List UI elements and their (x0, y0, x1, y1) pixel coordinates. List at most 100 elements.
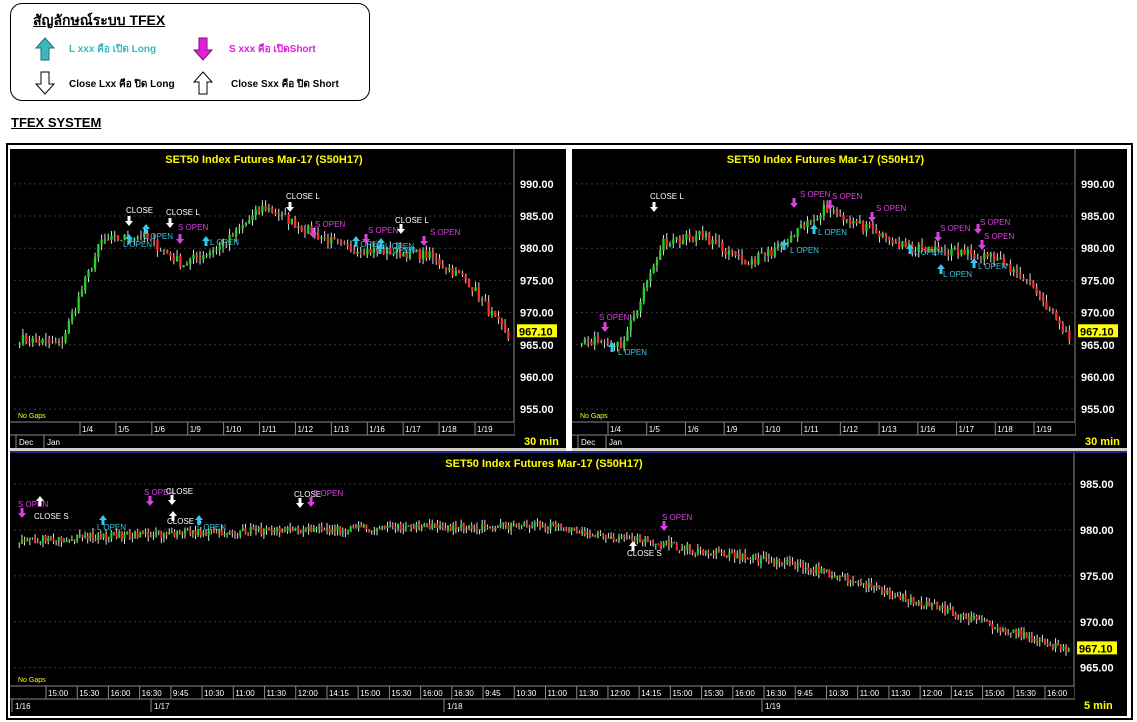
candle (781, 562, 784, 564)
candle (503, 324, 507, 331)
signal-label: CLOSE L (286, 192, 320, 201)
candle (741, 553, 744, 560)
candle (431, 251, 435, 258)
chart-30min-right[interactable]: SET50 Index Futures Mar-17 (S50H17) 990.0… (572, 149, 1127, 451)
candle (244, 223, 248, 226)
candle (84, 277, 87, 291)
candle (528, 526, 531, 528)
chart-panel-2[interactable]: SET50 Index Futures Mar-17 (S50H17) 990.0… (572, 149, 1127, 451)
candle (1033, 638, 1036, 642)
candle (578, 532, 581, 534)
candle (767, 558, 770, 562)
candle (1028, 636, 1031, 639)
candle (938, 608, 941, 610)
candle (983, 253, 986, 259)
candle (1042, 296, 1045, 301)
candle (957, 617, 960, 619)
candle (264, 205, 267, 210)
candle (397, 524, 400, 529)
candle (291, 529, 294, 531)
candle (770, 249, 773, 257)
candle (660, 544, 663, 548)
candle (557, 524, 560, 527)
candle (857, 582, 860, 584)
candle (825, 569, 828, 571)
candle (260, 527, 263, 535)
candle (871, 225, 875, 230)
candle (20, 539, 23, 544)
date-tick-label: 1/19 (765, 702, 781, 711)
candle (407, 525, 410, 527)
candle (549, 522, 552, 530)
chart-30min-left[interactable]: SET50 Index Futures Mar-17 (S50H17) 990.0… (10, 149, 566, 451)
candle (944, 605, 947, 613)
legend-long-close: Close Lxx คือ ปิด Long (69, 79, 175, 90)
no-gaps-label: No Gaps (18, 413, 46, 420)
candle (162, 534, 165, 538)
candle (983, 619, 986, 621)
candle (346, 243, 349, 246)
candle (394, 526, 397, 529)
candle (276, 527, 279, 531)
candle (533, 522, 536, 527)
candle (18, 343, 21, 345)
y-tick-label: 975.00 (1080, 571, 1114, 583)
candle (173, 532, 176, 537)
candle (733, 552, 736, 559)
x-tick-label: 1/16 (920, 425, 936, 434)
candle (673, 542, 676, 544)
y-tick-label: 980.00 (520, 243, 554, 255)
candle (590, 341, 593, 345)
x-tick-label: 1/10 (226, 425, 242, 434)
candle (116, 235, 120, 241)
candle (478, 528, 481, 530)
candle (491, 527, 494, 531)
candle (681, 548, 684, 551)
candle (91, 532, 94, 539)
candle (461, 272, 464, 275)
x-tick-label: 1/11 (804, 425, 820, 434)
candle (531, 526, 534, 528)
candle (470, 525, 473, 529)
candle (575, 529, 578, 533)
candle (389, 525, 392, 527)
candle (189, 258, 192, 264)
candle (462, 524, 465, 530)
x-tick-label: 14:15 (953, 689, 974, 698)
candle (746, 558, 749, 560)
y-tick-label: 980.00 (1081, 243, 1115, 255)
candle (60, 537, 63, 542)
candle (626, 330, 629, 342)
candle (842, 214, 845, 221)
chart-panel-3[interactable]: SET50 Index Futures Mar-17 (S50H17) 985.0… (10, 451, 1127, 716)
y-tick-label: 965.00 (1081, 340, 1115, 352)
candle (471, 287, 474, 292)
candle (1067, 648, 1070, 652)
candle (299, 530, 302, 534)
candle (868, 224, 871, 226)
candle (773, 248, 776, 257)
candle (333, 237, 336, 240)
candle (26, 539, 29, 541)
candle (247, 533, 250, 535)
candle (90, 269, 93, 271)
candle (175, 256, 179, 262)
candle (268, 528, 271, 531)
candle (473, 526, 476, 529)
candle (452, 525, 455, 531)
candle (710, 553, 713, 555)
candle (950, 248, 953, 256)
candle (244, 528, 247, 534)
signal-label: CLOSE (166, 487, 193, 496)
chart-5min-bottom[interactable]: SET50 Index Futures Mar-17 (S50H17) 985.0… (10, 453, 1127, 716)
candle (541, 525, 544, 528)
candle (1022, 632, 1025, 638)
candle (960, 249, 963, 255)
candle (812, 570, 815, 574)
candle (636, 311, 639, 317)
candle (386, 525, 389, 528)
candle (750, 259, 753, 265)
x-tick-label: 1/9 (190, 425, 202, 434)
chart-panel-1[interactable]: SET50 Index Futures Mar-17 (S50H17) 990.0… (10, 149, 566, 451)
candle (378, 528, 381, 530)
